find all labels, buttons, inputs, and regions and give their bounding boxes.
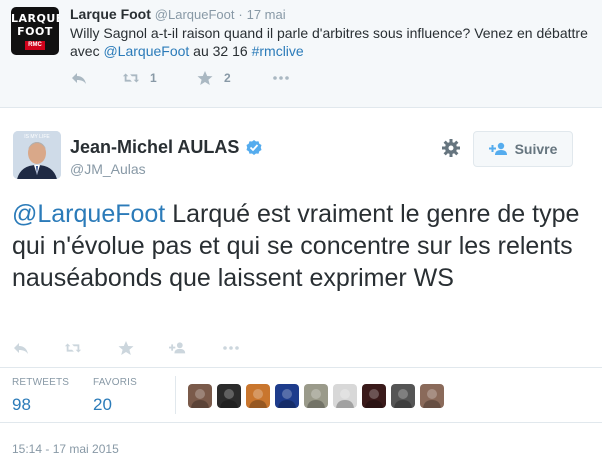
aulas-avatar[interactable]: IS MY LIFE	[13, 131, 61, 179]
follow-button-label: Suivre	[514, 141, 558, 157]
more-icon	[223, 346, 239, 350]
favoriter-avatar-1[interactable]	[188, 384, 212, 408]
favorite-count: 2	[224, 71, 231, 85]
tweet-stats: RETWEETS 98 FAVORIS 20	[0, 367, 602, 423]
favoriter-avatar-6[interactable]	[333, 384, 357, 408]
profile-photo: IS MY LIFE	[13, 131, 61, 179]
favoriters-list	[188, 384, 449, 408]
retweets-value: 98	[12, 395, 31, 414]
favoriter-avatar-4[interactable]	[275, 384, 299, 408]
parent-author-name[interactable]: Larque Foot	[70, 6, 151, 22]
mention-link[interactable]: @LarqueFoot	[12, 200, 165, 228]
favorite-button[interactable]: 2	[196, 70, 231, 86]
retweets-label: RETWEETS	[12, 377, 70, 388]
reply-button[interactable]	[70, 70, 88, 86]
retweet-button[interactable]: 1	[122, 70, 157, 86]
retweet-icon	[64, 343, 82, 353]
tweet-timestamp[interactable]: 15:14 - 17 mai 2015	[12, 442, 119, 456]
mention-link[interactable]: @LarqueFoot	[103, 43, 189, 59]
star-icon	[118, 341, 134, 355]
star-icon	[197, 71, 213, 85]
larquefoot-avatar[interactable]: LARQUE FOOT RMC	[11, 7, 59, 55]
retweet-button[interactable]	[64, 340, 82, 356]
reply-icon	[72, 73, 86, 84]
author-handle[interactable]: @JM_Aulas	[70, 161, 146, 177]
favorites-label: FAVORIS	[93, 377, 138, 388]
verified-badge-icon	[246, 139, 262, 155]
parent-tweet-header: Larque Foot @LarqueFoot · 17 mai	[70, 6, 286, 22]
favorites-stat[interactable]: FAVORIS 20	[93, 377, 137, 415]
add-user-icon	[169, 342, 186, 354]
more-icon	[273, 76, 289, 80]
stats-divider	[175, 376, 176, 414]
more-button[interactable]	[222, 340, 240, 356]
favoriter-avatar-7[interactable]	[362, 384, 386, 408]
header-separator: ·	[238, 7, 243, 22]
favoriter-avatar-3[interactable]	[246, 384, 270, 408]
avatar-logo-line2: FOOT	[17, 25, 53, 38]
more-button[interactable]	[272, 70, 290, 86]
retweet-icon	[122, 73, 140, 83]
add-user-icon	[488, 142, 507, 155]
gear-icon[interactable]	[441, 138, 461, 158]
retweet-count: 1	[150, 71, 157, 85]
favoriter-avatar-2[interactable]	[217, 384, 241, 408]
favoriter-avatar-8[interactable]	[391, 384, 415, 408]
author-name[interactable]: Jean-Michel AULAS	[70, 137, 239, 158]
avatar-logo-line1: LARQUE	[11, 12, 59, 25]
parent-tweet[interactable]: LARQUE FOOT RMC Larque Foot @LarqueFoot …	[0, 0, 602, 108]
parent-tweet-text: Willy Sagnol a-t-il raison quand il parl…	[70, 24, 590, 60]
parent-text-part: au 32 16	[189, 43, 252, 59]
reply-icon	[14, 343, 28, 354]
parent-author-handle[interactable]: @LarqueFoot	[155, 7, 235, 22]
tweet-text: @LarqueFoot Larqué est vraiment le genre…	[12, 198, 592, 294]
reply-button[interactable]	[12, 340, 30, 356]
follow-button[interactable]: Suivre	[473, 131, 573, 167]
follow-action-button[interactable]	[169, 340, 187, 356]
favoriter-avatar-9[interactable]	[420, 384, 444, 408]
favoriter-avatar-5[interactable]	[304, 384, 328, 408]
author-name-row: Jean-Michel AULAS	[70, 137, 263, 158]
favorites-value: 20	[93, 395, 112, 414]
favorite-button[interactable]	[117, 340, 135, 356]
avatar-banner-text: IS MY LIFE	[24, 134, 50, 140]
parent-tweet-time[interactable]: 17 mai	[247, 7, 286, 22]
hashtag-link[interactable]: #rmclive	[252, 43, 304, 59]
retweets-stat[interactable]: RETWEETS 98	[12, 377, 69, 415]
avatar-logo-badge: RMC	[25, 41, 45, 50]
